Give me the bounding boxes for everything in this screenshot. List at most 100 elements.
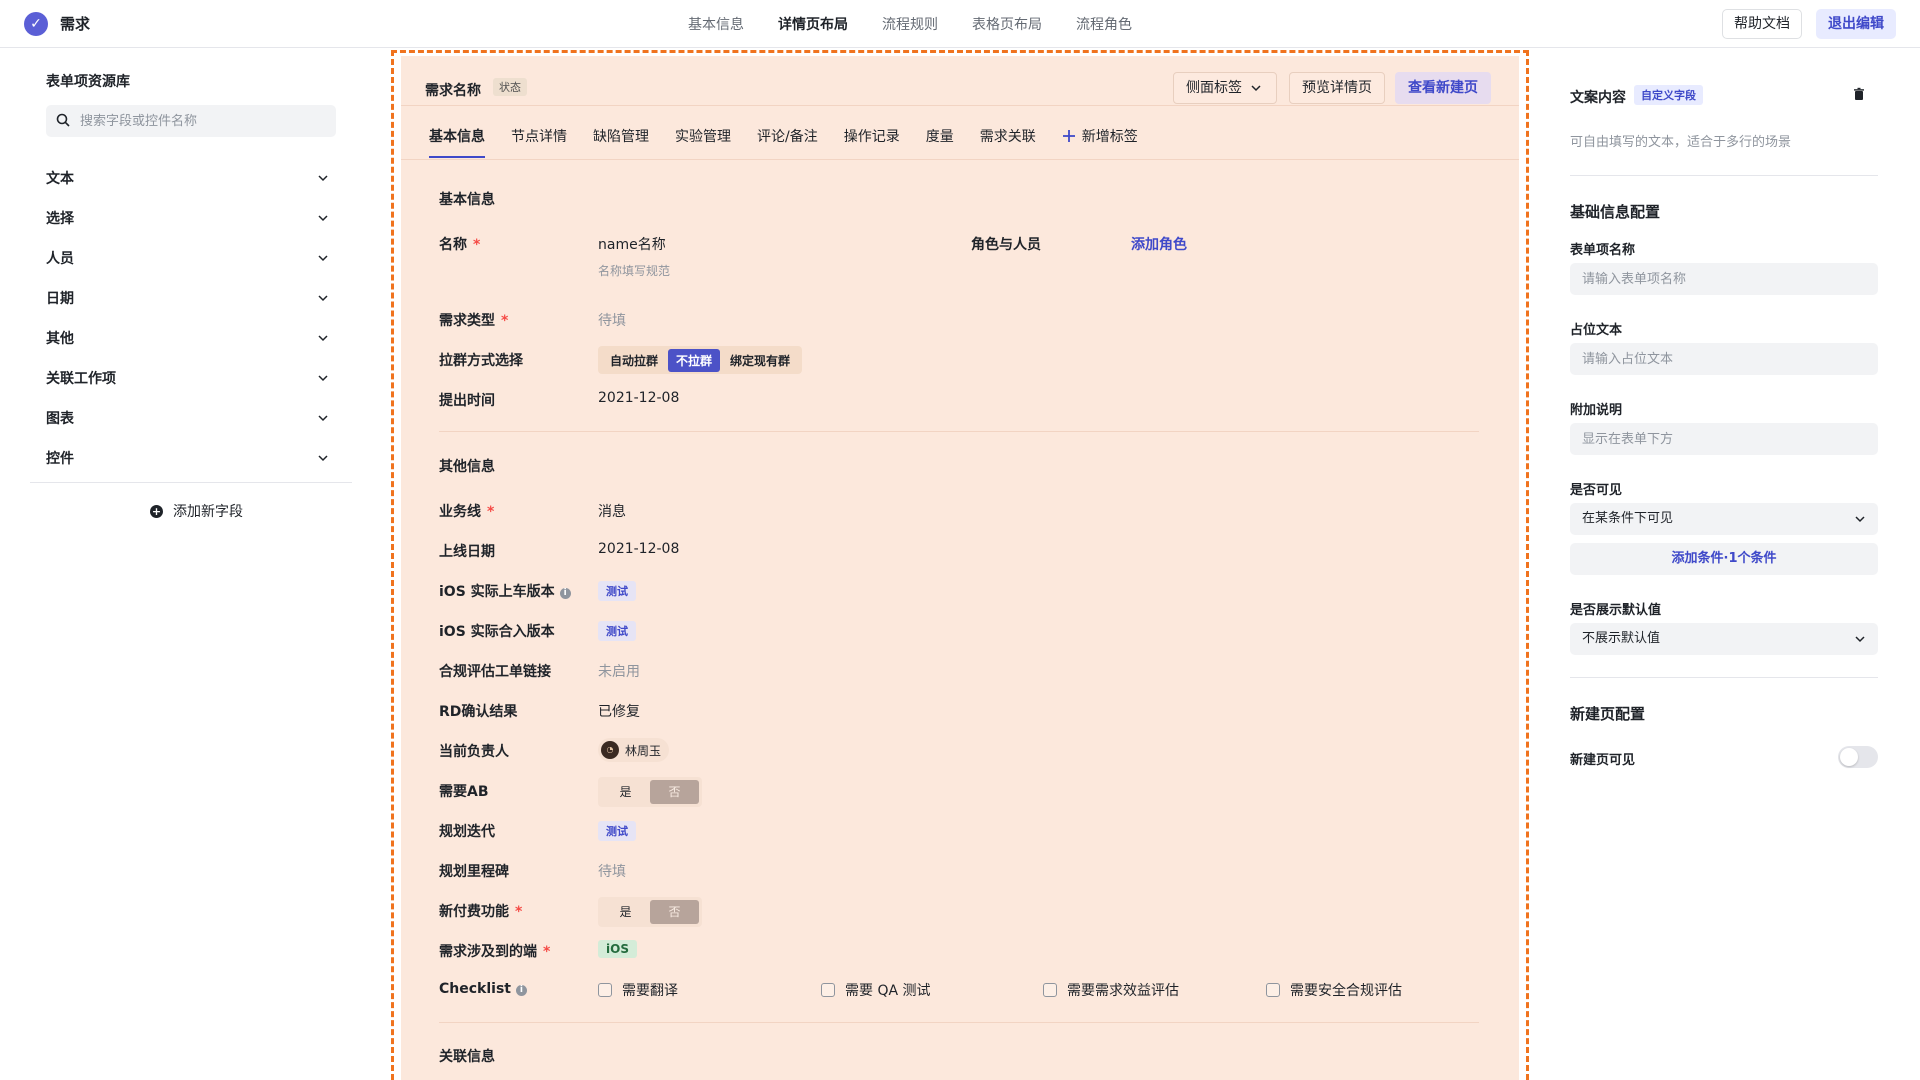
- field-value-name[interactable]: name名称: [598, 234, 666, 254]
- field-label-time: 提出时间: [439, 393, 495, 409]
- new-page-visible-label: 新建页可见: [1570, 753, 1636, 768]
- field-value-rd[interactable]: 已修复: [598, 701, 640, 721]
- field-value-iteration[interactable]: 测试: [598, 821, 636, 841]
- checklist-item-security[interactable]: 需要安全合规评估: [1266, 980, 1402, 1000]
- new-page-visible-toggle[interactable]: [1838, 746, 1878, 768]
- group-option-none[interactable]: 不拉群: [668, 348, 721, 372]
- divider: [1570, 677, 1878, 678]
- category-charts[interactable]: 图表: [46, 406, 336, 430]
- category-text[interactable]: 文本: [46, 166, 336, 190]
- preview-detail-button[interactable]: 预览详情页: [1289, 72, 1385, 104]
- category-date[interactable]: 日期: [46, 286, 336, 310]
- tab-comments[interactable]: 评论/备注: [757, 126, 818, 158]
- field-value-milestone[interactable]: 待填: [598, 861, 626, 881]
- category-person[interactable]: 人员: [46, 246, 336, 270]
- group-option-auto[interactable]: 自动拉群: [602, 349, 666, 372]
- tab-basic-info[interactable]: 基本信息: [429, 126, 485, 158]
- side-tab-dropdown[interactable]: 侧面标签: [1173, 72, 1277, 104]
- field-value-compliance[interactable]: 未启用: [598, 661, 640, 681]
- visibility-select[interactable]: 在某条件下可见: [1570, 503, 1878, 535]
- field-value-ios-merge[interactable]: 测试: [598, 621, 636, 641]
- field-value-time[interactable]: 2021-12-08: [598, 390, 679, 406]
- checkbox[interactable]: [1043, 983, 1057, 997]
- field-label-name: 名称 *: [439, 234, 480, 254]
- checklist-item-qa[interactable]: 需要 QA 测试: [821, 980, 931, 1000]
- category-label: 选择: [46, 211, 74, 227]
- ab-yes-option[interactable]: 是: [601, 780, 650, 804]
- nav-flow-roles[interactable]: 流程角色: [1076, 14, 1132, 34]
- info-icon[interactable]: i: [559, 588, 571, 599]
- checklist-item-benefit[interactable]: 需要需求效益评估: [1043, 980, 1179, 1000]
- help-docs-button[interactable]: 帮助文档: [1722, 9, 1802, 39]
- tab-defects[interactable]: 缺陷管理: [593, 126, 649, 158]
- field-name-label: 表单项名称: [1570, 243, 1636, 258]
- tab-experiments[interactable]: 实验管理: [675, 126, 731, 158]
- nav-table-layout[interactable]: 表格页布局: [972, 14, 1042, 34]
- add-tab-button[interactable]: 新增标签: [1062, 126, 1138, 158]
- category-linked-items[interactable]: 关联工作项: [46, 366, 336, 390]
- owner-chip[interactable]: ◔ 林周玉: [598, 738, 670, 762]
- info-icon[interactable]: i: [515, 985, 527, 996]
- add-new-field-button[interactable]: + 添加新字段: [150, 501, 243, 521]
- field-value-online[interactable]: 2021-12-08: [598, 541, 679, 557]
- toggle-knob: [1840, 748, 1858, 766]
- required-mark: *: [473, 237, 481, 253]
- view-new-page-button[interactable]: 查看新建页: [1395, 72, 1491, 104]
- search-input[interactable]: [46, 105, 336, 137]
- checkbox[interactable]: [598, 983, 612, 997]
- tab-operation-log[interactable]: 操作记录: [844, 126, 900, 158]
- config-description: 可自由填写的文本，适合于多行的场景: [1570, 135, 1792, 150]
- tab-relations[interactable]: 需求关联: [980, 126, 1036, 158]
- placeholder-input[interactable]: [1570, 343, 1878, 375]
- chevron-down-icon: [318, 295, 328, 302]
- paid-no-option[interactable]: 否: [650, 900, 699, 924]
- label-text: iOS 实际上车版本: [439, 584, 555, 600]
- chevron-down-icon: [1855, 636, 1865, 643]
- ab-no-option[interactable]: 否: [650, 780, 699, 804]
- tab-metrics[interactable]: 度量: [926, 126, 954, 158]
- new-page-config-title: 新建页配置: [1570, 705, 1646, 723]
- detail-layout-canvas: 需求名称 状态 侧面标签 预览详情页 查看新建页 基本信息 节点详情 缺陷管理 …: [401, 56, 1519, 1080]
- field-value-type[interactable]: 待填: [598, 310, 626, 330]
- label-text: 新付费功能: [439, 904, 509, 920]
- chevron-down-icon: [318, 175, 328, 182]
- exit-edit-button[interactable]: 退出编辑: [1816, 9, 1896, 39]
- category-select[interactable]: 选择: [46, 206, 336, 230]
- checkbox[interactable]: [1266, 983, 1280, 997]
- nav-basic-info[interactable]: 基本信息: [688, 14, 744, 34]
- required-mark: *: [515, 904, 523, 920]
- required-mark: *: [487, 504, 495, 520]
- field-label-rd: RD确认结果: [439, 704, 518, 720]
- trash-icon[interactable]: [1852, 87, 1866, 101]
- add-role-link[interactable]: 添加角色: [1131, 234, 1187, 254]
- tab-node-details[interactable]: 节点详情: [511, 126, 567, 158]
- category-other[interactable]: 其他: [46, 326, 336, 350]
- category-label: 日期: [46, 291, 74, 307]
- section-title-other: 其他信息: [439, 459, 495, 475]
- nav-flow-rules[interactable]: 流程规则: [882, 14, 938, 34]
- label-text: 业务线: [439, 504, 481, 520]
- checkbox[interactable]: [821, 983, 835, 997]
- top-nav: 基本信息 详情页布局 流程规则 表格页布局 流程角色: [688, 0, 1132, 48]
- default-value-select[interactable]: 不展示默认值: [1570, 623, 1878, 655]
- add-tab-label: 新增标签: [1081, 129, 1138, 145]
- field-label-paid: 新付费功能 *: [439, 901, 522, 921]
- group-option-bind[interactable]: 绑定现有群: [722, 349, 798, 372]
- field-value-business[interactable]: 消息: [598, 501, 626, 521]
- nav-detail-layout[interactable]: 详情页布局: [778, 14, 848, 34]
- detail-tabs: 基本信息 节点详情 缺陷管理 实验管理 评论/备注 操作记录 度量 需求关联 新…: [429, 126, 1138, 162]
- checklist-item-translate[interactable]: 需要翻译: [598, 980, 678, 1000]
- field-value-platform[interactable]: iOS: [598, 940, 637, 958]
- paid-yes-option[interactable]: 是: [601, 900, 650, 924]
- visibility-value: 在某条件下可见: [1582, 511, 1674, 526]
- field-value-ios-version[interactable]: 测试: [598, 581, 636, 601]
- add-condition-button[interactable]: 添加条件·1个条件: [1570, 543, 1878, 575]
- custom-field-badge: 自定义字段: [1634, 85, 1703, 105]
- category-controls[interactable]: 控件: [46, 446, 336, 470]
- extra-desc-input[interactable]: [1570, 423, 1878, 455]
- field-label-ios-version: iOS 实际上车版本 i: [439, 581, 571, 601]
- side-tab-label: 侧面标签: [1186, 80, 1242, 96]
- section-title-related: 关联信息: [439, 1049, 495, 1065]
- default-value-text: 不展示默认值: [1582, 631, 1661, 646]
- field-name-input[interactable]: [1570, 263, 1878, 295]
